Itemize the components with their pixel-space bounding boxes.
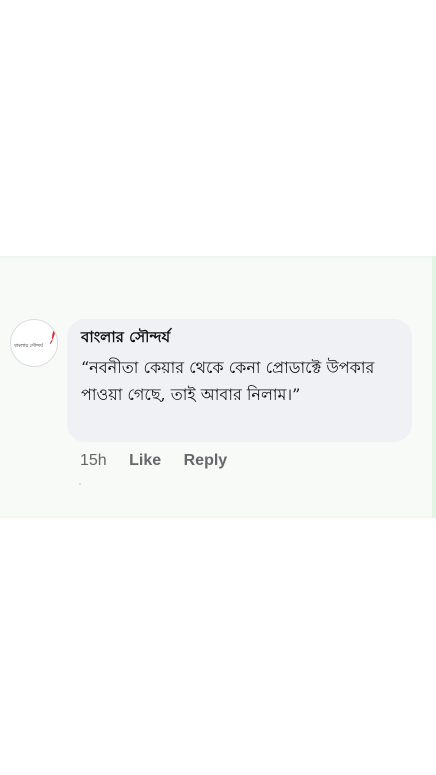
avatar-logo-text: বাংলার সৌন্দর্য [14, 343, 43, 349]
reply-button[interactable]: Reply [184, 449, 228, 473]
faint-separator-dot [79, 483, 81, 485]
comment-bubble[interactable]: বাংলার সৌন্দর্য “নবনীতা কেয়ার থেকে কেনা… [67, 319, 412, 442]
screenshot-right-edge [432, 256, 436, 518]
red-feather-icon [49, 328, 56, 344]
avatar[interactable]: বাংলার সৌন্দর্য [10, 319, 58, 367]
screenshot-page: বাংলার সৌন্দর্য বাংলার সৌন্দর্য “নবনীতা … [0, 0, 436, 775]
like-button[interactable]: Like [129, 449, 161, 473]
comment-time[interactable]: 15h [80, 449, 107, 473]
comment-actions: 15h Like Reply [80, 449, 245, 473]
comment-author[interactable]: বাংলার সৌন্দর্য [81, 327, 398, 348]
comment-text: “নবনীতা কেয়ার থেকে কেনা প্রোডাক্টে উপকা… [81, 358, 375, 404]
